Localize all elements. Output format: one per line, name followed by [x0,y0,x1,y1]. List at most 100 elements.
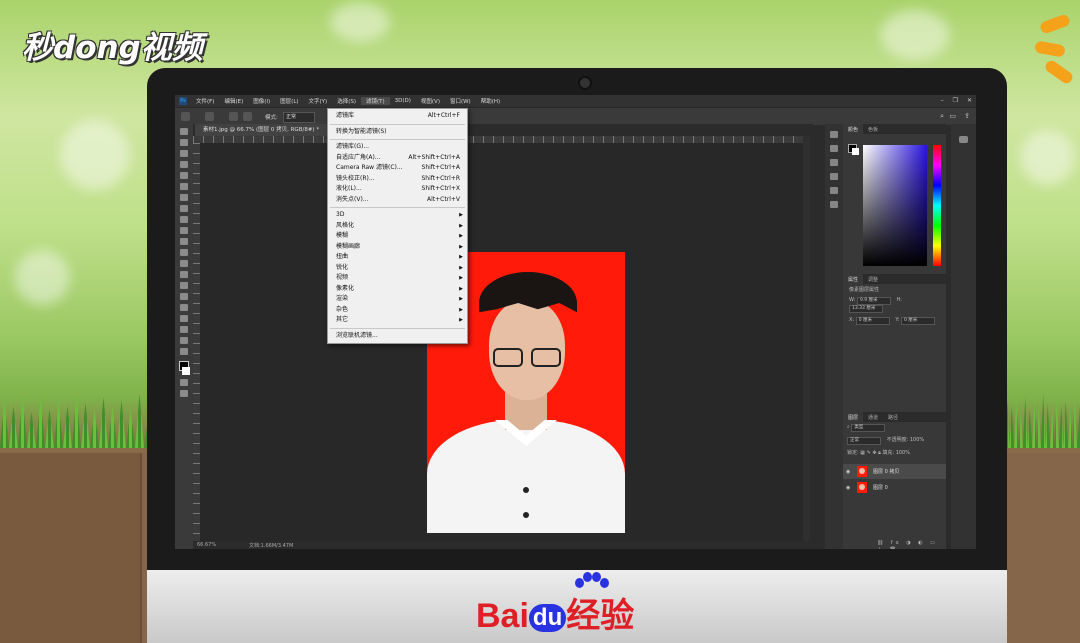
layer-kind-filter[interactable]: 类型 [851,424,886,432]
brush-panel-icon[interactable] [830,187,838,194]
fill-field[interactable]: 100% [896,450,910,456]
crop-tool-icon[interactable] [180,172,188,179]
filter-menu-item[interactable]: 视频 ▶ [328,273,467,284]
layer-footer-icons[interactable]: ⛓ fx ◑ ◐ ▭ ＋ 🗑︎ [873,538,946,549]
brush-tool-icon[interactable] [180,205,188,212]
filter-menu-item[interactable]: 渲染 ▶ [328,294,467,305]
hue-slider[interactable] [933,145,941,266]
filter-menu-item[interactable]: 杂色 ▶ [328,305,467,316]
filter-menu-item[interactable]: 扭曲 ▶ [328,252,467,263]
move-tool-icon[interactable] [180,128,188,135]
filter-menu-item[interactable]: 风格化 ▶ [328,221,467,232]
menu-window[interactable]: 窗口(W) [445,97,476,105]
blur-tool-icon[interactable] [180,260,188,267]
x-field[interactable]: 0 厘米 [855,317,890,325]
tab-layers[interactable]: 图层 [843,412,864,422]
filter-menu-item[interactable]: 滤镜库(G)... [328,142,467,153]
pen-tool-icon[interactable] [180,282,188,289]
tab-channels[interactable]: 通道 [863,412,883,422]
info-icon[interactable] [830,145,838,152]
tab-paths[interactable]: 路径 [883,412,903,422]
document-tab[interactable]: 素材1.jpg @ 66.7% (图层 0 拷贝, RGB/8#) * [195,124,328,136]
lock-icons[interactable]: ▦ ✎ ✥ 🔒︎ [860,450,881,456]
filter-menu-item[interactable]: Camera Raw 滤镜(C)... Shift+Ctrl+A [328,163,467,174]
filter-menu-item[interactable]: 消失点(V)... Alt+Ctrl+V [328,195,467,206]
lasso-tool-icon[interactable] [180,150,188,157]
workspace-icon[interactable]: ▭ [949,112,956,120]
brush-preset-icon[interactable] [205,112,214,121]
screen-mode-icon[interactable] [180,390,188,397]
share-icon[interactable]: ⇪ [964,112,970,120]
panel-background-swatch[interactable] [852,148,859,155]
filter-menu-item[interactable]: 转换为智能滤镜(S) [328,127,467,138]
filter-menu-item[interactable]: 液化(L)... Shift+Ctrl+X [328,184,467,195]
filter-menu-item[interactable]: 模糊 ▶ [328,231,467,242]
filter-menu-item[interactable]: 3D ▶ [328,210,467,221]
visibility-eye-icon[interactable]: ◉ [846,469,850,475]
menu-select[interactable]: 选择(S) [332,97,361,105]
clone-stamp-tool-icon[interactable] [180,216,188,223]
menu-3d[interactable]: 3D(D) [390,98,416,104]
menu-file[interactable]: 文件(F) [191,97,219,105]
healing-brush-tool-icon[interactable] [180,194,188,201]
clone-source-panel-icon[interactable] [830,201,838,208]
filter-menu-item[interactable]: 自适应广角(A)... Alt+Shift+Ctrl+A [328,153,467,164]
tab-adjustments[interactable]: 调整 [863,274,883,284]
tab-properties[interactable]: 属性 [843,274,864,284]
brush-settings-icon[interactable] [229,112,238,121]
opacity-field[interactable]: 100% [910,437,924,443]
marquee-tool-icon[interactable] [180,139,188,146]
y-field[interactable]: 0 厘米 [900,317,935,325]
shape-tool-icon[interactable] [180,315,188,322]
search-icon[interactable]: ⌕ [940,112,944,121]
filter-menu-item[interactable]: 镜头校正(R)... Shift+Ctrl+R [328,174,467,185]
visibility-eye-icon[interactable]: ◉ [846,485,850,491]
menu-filter[interactable]: 滤镜(T) [360,97,390,105]
canvas-area[interactable] [200,143,803,541]
type-tool-icon[interactable] [180,293,188,300]
vertical-scrollbar[interactable] [803,136,810,541]
height-field[interactable]: 13.33 厘米 [849,305,883,313]
history-icon[interactable] [830,131,838,138]
eraser-tool-icon[interactable] [180,238,188,245]
clone-source-icon[interactable] [243,112,252,121]
quick-select-tool-icon[interactable] [180,161,188,168]
background-color-swatch[interactable] [182,367,190,375]
filter-menu-item[interactable]: 其它 ▶ [328,315,467,326]
menu-edit[interactable]: 编辑(E) [219,97,248,105]
history-brush-tool-icon[interactable] [180,227,188,234]
more-tools-icon[interactable] [180,348,188,355]
width-field[interactable]: 9.9 厘米 [856,297,891,305]
color-picker-field[interactable] [863,145,927,266]
quick-mask-icon[interactable] [180,379,188,386]
paragraph-icon[interactable] [830,173,838,180]
filter-menu-item[interactable]: 像素化 ▶ [328,284,467,295]
filter-menu-item[interactable]: 锐化 ▶ [328,263,467,274]
layer-row[interactable]: ◉ 图层 0 [843,480,946,495]
tool-preset-icon[interactable] [181,112,190,121]
minimize-icon[interactable]: – [941,97,944,104]
character-icon[interactable] [830,159,838,166]
mode-select[interactable]: 正常 [283,112,315,123]
eyedropper-tool-icon[interactable] [180,183,188,190]
restore-icon[interactable]: ❐ [953,97,958,104]
menu-help[interactable]: 帮助(H) [476,97,505,105]
menu-layer[interactable]: 图层(L) [275,97,303,105]
tab-color[interactable]: 颜色 [843,124,864,134]
gradient-tool-icon[interactable] [180,249,188,256]
filter-menu-item[interactable]: 浏览联机滤镜... [328,331,467,342]
hand-tool-icon[interactable] [180,326,188,333]
menu-view[interactable]: 视图(V) [416,97,445,105]
menu-type[interactable]: 文字(Y) [304,97,333,105]
path-select-tool-icon[interactable] [180,304,188,311]
filter-menu-item[interactable]: 滤镜库 Alt+Ctrl+F [328,111,467,122]
tab-swatches[interactable]: 色板 [863,124,883,134]
blend-mode-select[interactable]: 正常 [847,437,881,445]
libraries-icon[interactable] [959,136,968,143]
close-icon[interactable]: ✕ [967,97,972,104]
dodge-tool-icon[interactable] [180,271,188,278]
zoom-tool-icon[interactable] [180,337,188,344]
menu-image[interactable]: 图像(I) [248,97,275,105]
layer-row[interactable]: ◉ 图层 0 拷贝 [843,464,946,479]
filter-menu-item[interactable]: 模糊画廊 ▶ [328,242,467,253]
